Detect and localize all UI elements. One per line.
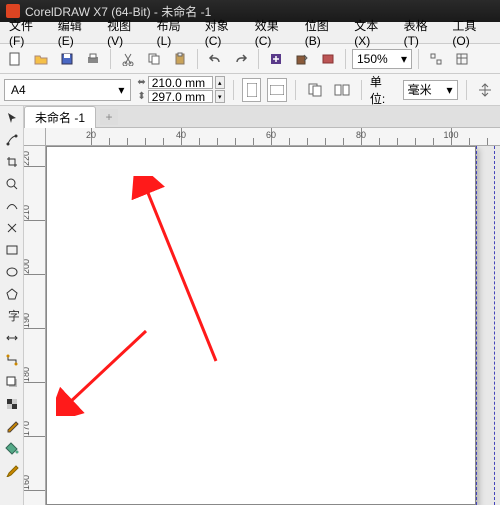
separator: [295, 80, 296, 100]
export-button[interactable]: [291, 48, 313, 70]
add-tab-button[interactable]: +: [100, 109, 118, 125]
import-button[interactable]: [265, 48, 287, 70]
copy-button[interactable]: [143, 48, 165, 70]
unit-label: 单位:: [370, 73, 397, 107]
ruler-tick-label: 60: [266, 130, 276, 140]
height-spinner[interactable]: ▾: [215, 90, 225, 103]
height-icon: ⬍: [137, 91, 145, 102]
eyedropper-tool[interactable]: [2, 416, 22, 436]
page-dimensions: ⬌ 210.0 mm ▴ ⬍ 297.0 mm ▾: [137, 76, 224, 103]
connector-tool[interactable]: [2, 350, 22, 370]
freehand-tool[interactable]: [2, 196, 22, 216]
menu-effects[interactable]: 效果(C): [250, 15, 298, 50]
document-tab-active[interactable]: 未命名 -1: [24, 106, 96, 128]
menu-view[interactable]: 视图(V): [102, 15, 149, 50]
ruler-tick-label: 100: [443, 130, 458, 140]
rectangle-tool[interactable]: [2, 240, 22, 260]
separator: [197, 49, 198, 69]
landscape-button[interactable]: [267, 78, 287, 102]
menu-text[interactable]: 文本(X): [349, 15, 396, 50]
guide-vertical[interactable]: [476, 146, 477, 505]
parallel-dim-tool[interactable]: [2, 328, 22, 348]
menu-bitmap[interactable]: 位图(B): [300, 15, 347, 50]
standard-toolbar: 150% ▾: [0, 44, 500, 74]
pages-icon-2[interactable]: [331, 79, 353, 101]
options-button[interactable]: [451, 48, 473, 70]
undo-button[interactable]: [204, 48, 226, 70]
chevron-down-icon: ▾: [118, 83, 124, 97]
separator: [233, 80, 234, 100]
cut-button[interactable]: [117, 48, 139, 70]
svg-text:字: 字: [8, 309, 19, 323]
zoom-tool[interactable]: [2, 174, 22, 194]
page-size-dropdown[interactable]: A4 ▾: [4, 79, 131, 101]
ruler-tick-label: 20: [86, 130, 96, 140]
snap-button[interactable]: [425, 48, 447, 70]
separator: [345, 49, 346, 69]
separator: [418, 49, 419, 69]
save-button[interactable]: [56, 48, 78, 70]
ruler-vertical[interactable]: 220210200190180170160: [24, 146, 46, 505]
fill-tool[interactable]: [2, 438, 22, 458]
annotation-arrow-2: [56, 326, 156, 416]
chevron-down-icon: ▾: [447, 83, 453, 97]
ellipse-tool[interactable]: [2, 262, 22, 282]
ruler-tick-label: 40: [176, 130, 186, 140]
height-value: 297.0 mm: [152, 90, 205, 104]
new-button[interactable]: [4, 48, 26, 70]
separator: [110, 49, 111, 69]
print-button[interactable]: [82, 48, 104, 70]
menubar: 文件(F) 编辑(E) 视图(V) 布局(L) 对象(C) 效果(C) 位图(B…: [0, 22, 500, 44]
pages-icon-1[interactable]: [304, 79, 326, 101]
tab-label: 未命名 -1: [35, 111, 85, 125]
separator: [361, 80, 362, 100]
separator: [466, 80, 467, 100]
zoom-value: 150%: [357, 52, 388, 66]
open-button[interactable]: [30, 48, 52, 70]
outline-tool[interactable]: [2, 460, 22, 480]
menu-file[interactable]: 文件(F): [4, 15, 51, 50]
page-size-value: A4: [11, 83, 26, 97]
canvas[interactable]: [46, 146, 500, 505]
width-value: 210.0 mm: [152, 76, 205, 90]
drop-shadow-tool[interactable]: [2, 372, 22, 392]
chevron-down-icon: ▾: [401, 52, 407, 66]
paste-button[interactable]: [169, 48, 191, 70]
portrait-button[interactable]: [242, 78, 262, 102]
ruler-tick-label: 80: [356, 130, 366, 140]
workarea: 字 20 40 60 80 100 220210200190180170160: [0, 128, 500, 505]
shape-tool[interactable]: [2, 130, 22, 150]
width-icon: ⬌: [137, 77, 145, 88]
ruler-origin[interactable]: [24, 128, 46, 146]
separator: [258, 49, 259, 69]
menu-object[interactable]: 对象(C): [200, 15, 248, 50]
unit-dropdown[interactable]: 毫米 ▾: [403, 80, 458, 100]
ruler-horizontal[interactable]: 20 40 60 80 100: [46, 128, 500, 146]
guide-vertical[interactable]: [494, 146, 495, 505]
redo-button[interactable]: [230, 48, 252, 70]
width-spinner[interactable]: ▴: [215, 76, 225, 89]
polygon-tool[interactable]: [2, 284, 22, 304]
smart-fill-tool[interactable]: [2, 218, 22, 238]
page-height-input[interactable]: 297.0 mm: [148, 90, 213, 103]
page-width-input[interactable]: 210.0 mm: [148, 76, 213, 89]
toolbox: 字: [0, 106, 24, 505]
menu-table[interactable]: 表格(T): [399, 15, 446, 50]
zoom-level-input[interactable]: 150% ▾: [352, 49, 412, 69]
menu-layout[interactable]: 布局(L): [152, 15, 198, 50]
document-tabbar: 未命名 -1 +: [0, 106, 500, 128]
menu-tools[interactable]: 工具(O): [447, 15, 496, 50]
publish-button[interactable]: [317, 48, 339, 70]
property-bar: A4 ▾ ⬌ 210.0 mm ▴ ⬍ 297.0 mm ▾ 单位: 毫米 ▾: [0, 74, 500, 106]
menu-edit[interactable]: 编辑(E): [53, 15, 100, 50]
transparency-tool[interactable]: [2, 394, 22, 414]
text-tool[interactable]: 字: [2, 306, 22, 326]
pick-tool[interactable]: [2, 108, 22, 128]
unit-value: 毫米: [408, 81, 432, 98]
crop-tool[interactable]: [2, 152, 22, 172]
nudge-icon[interactable]: [475, 79, 497, 101]
